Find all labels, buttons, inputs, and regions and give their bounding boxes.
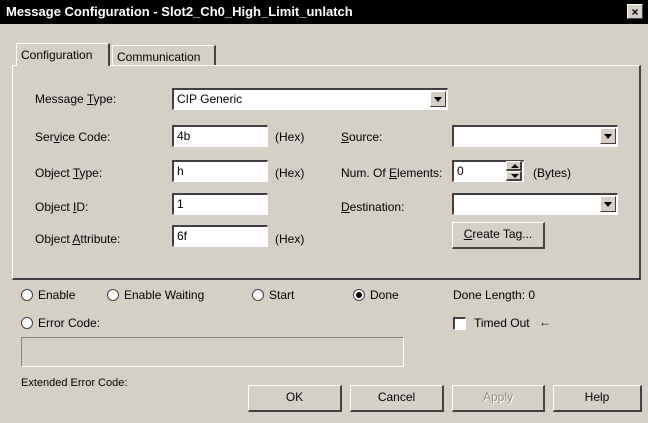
done-length: Done Length: 0 <box>453 288 536 302</box>
close-icon: × <box>631 5 639 19</box>
chevron-down-icon[interactable] <box>600 128 616 144</box>
enable-label: Enable <box>38 288 76 302</box>
error-code-box <box>21 337 404 367</box>
destination-label: Destination: <box>341 200 405 214</box>
error-code-radio <box>21 317 33 329</box>
arrow-up-icon <box>511 164 519 168</box>
done-radio <box>353 289 365 301</box>
help-button[interactable]: Help <box>553 385 642 412</box>
error-code-label: Error Code: <box>38 316 101 330</box>
source-select[interactable] <box>452 125 618 147</box>
spin-up-button[interactable] <box>506 161 522 171</box>
window-title: Message Configuration - Slot2_Ch0_High_L… <box>6 4 353 19</box>
enable-radio <box>21 289 33 301</box>
object-id-label: Object ID: <box>35 200 89 214</box>
num-elements-unit: (Bytes) <box>533 166 572 180</box>
tab-configuration-label: Configuration <box>21 48 93 62</box>
extended-error-code-label: Extended Error Code: <box>21 377 128 389</box>
destination-select[interactable] <box>452 193 618 215</box>
service-code-label: Service Code: <box>35 130 111 144</box>
object-attribute-label: Object Attribute: <box>35 232 121 246</box>
service-code-input[interactable]: 4b <box>172 125 268 147</box>
chevron-down-icon[interactable] <box>600 196 616 212</box>
num-elements-spinner[interactable] <box>506 161 522 181</box>
message-type-value: CIP Generic <box>177 92 243 106</box>
title-bar: Message Configuration - Slot2_Ch0_High_L… <box>0 0 648 24</box>
start-label: Start <box>269 288 295 302</box>
object-attribute-input[interactable]: 6f <box>172 225 268 247</box>
create-tag-button[interactable]: Create Tag... <box>452 222 545 249</box>
cancel-button[interactable]: Cancel <box>350 385 444 412</box>
spin-down-button[interactable] <box>506 171 522 181</box>
close-button[interactable]: × <box>627 4 643 19</box>
chevron-down-icon[interactable] <box>430 91 446 107</box>
timed-out-label: Timed Out <box>474 316 530 330</box>
tab-communication-label: Communication <box>117 50 201 64</box>
tab-configuration[interactable]: Configuration <box>16 43 110 66</box>
tab-communication[interactable]: Communication <box>112 45 216 66</box>
message-type-select[interactable]: CIP Generic <box>172 88 448 110</box>
enable-waiting-radio <box>107 289 119 301</box>
arrow-down-icon <box>511 174 519 178</box>
source-label: Source: <box>341 130 383 144</box>
ok-button[interactable]: OK <box>248 385 342 412</box>
object-type-unit: (Hex) <box>275 166 305 180</box>
object-type-input[interactable]: h <box>172 160 268 182</box>
arrow-left-icon: ← <box>539 315 551 329</box>
num-elements-label: Num. Of Elements: <box>341 166 443 180</box>
enable-waiting-label: Enable Waiting <box>124 288 205 302</box>
timed-out-checkbox <box>453 317 466 330</box>
message-type-label: Message Type: <box>35 92 117 106</box>
service-code-unit: (Hex) <box>275 130 305 144</box>
start-radio <box>252 289 264 301</box>
object-id-input[interactable]: 1 <box>172 193 268 215</box>
object-type-label: Object Type: <box>35 166 103 180</box>
done-label: Done <box>370 288 399 302</box>
apply-button[interactable]: Apply <box>452 385 545 412</box>
object-attribute-unit: (Hex) <box>275 232 305 246</box>
